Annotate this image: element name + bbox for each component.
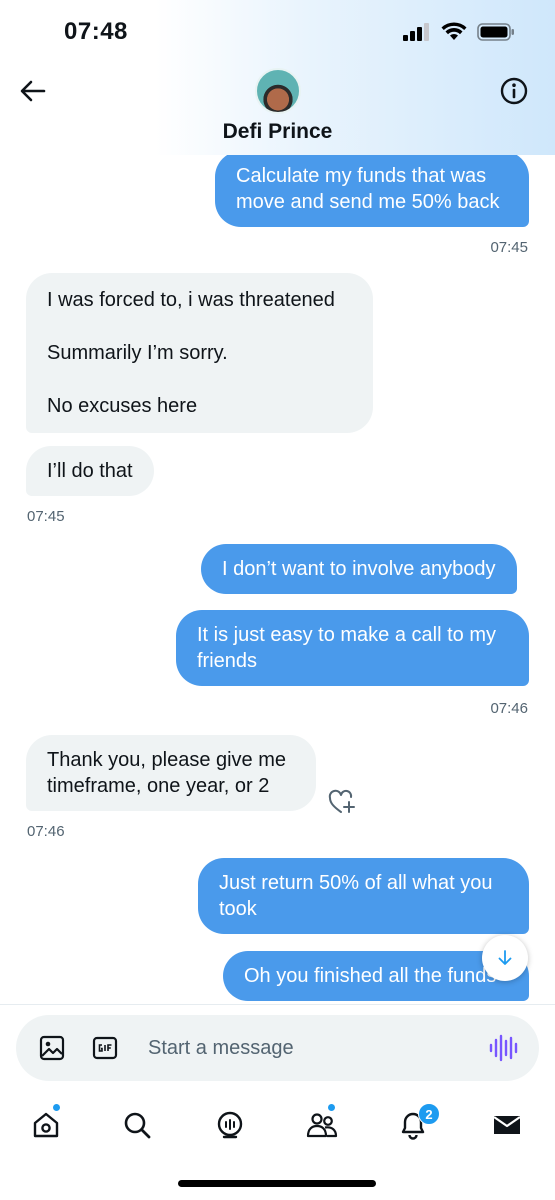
scroll-to-bottom-button[interactable]	[482, 935, 528, 981]
arrow-left-icon	[20, 80, 46, 102]
status-bar: 07:48	[0, 0, 555, 64]
message-bubble[interactable]: I don’t want to involve anybody	[201, 544, 517, 594]
message-text: Just return 50% of all what you took	[219, 872, 493, 920]
message-bubble[interactable]: I’ll do that	[26, 446, 154, 496]
message-bubble[interactable]: I was forced to, i was threatened Summar…	[26, 273, 373, 433]
communities-icon	[306, 1113, 338, 1138]
status-time: 07:48	[64, 18, 128, 45]
info-icon	[500, 77, 528, 105]
tab-home[interactable]	[26, 1105, 66, 1145]
add-gif-button[interactable]	[92, 1036, 118, 1060]
tab-messages[interactable]	[487, 1105, 527, 1145]
gif-icon	[92, 1036, 118, 1060]
add-reaction-button[interactable]	[328, 789, 356, 815]
message-text: No excuses here	[47, 395, 198, 417]
bottom-tab-bar	[0, 1095, 555, 1155]
add-photo-button[interactable]	[38, 1034, 66, 1062]
notifications-count-badge: 2	[418, 1103, 440, 1125]
message-timestamp: 07:45	[490, 239, 528, 256]
communities-notification-dot	[327, 1103, 336, 1112]
message-input[interactable]	[148, 1032, 468, 1064]
image-icon	[39, 1035, 65, 1061]
conversation-header: Defi Prince	[0, 64, 555, 154]
status-icons	[403, 22, 515, 41]
envelope-icon	[493, 1116, 521, 1134]
grok-icon	[217, 1111, 243, 1139]
message-text: It is just easy to make a call to my fri…	[197, 624, 496, 672]
signal-icon	[403, 22, 429, 41]
composer-divider	[0, 1004, 555, 1005]
home-icon	[33, 1112, 59, 1138]
voice-message-button[interactable]	[488, 1034, 518, 1062]
message-bubble[interactable]: Calculate my funds that was move and sen…	[215, 155, 529, 227]
avatar[interactable]	[255, 68, 301, 114]
message-bubble[interactable]: It is just easy to make a call to my fri…	[176, 610, 529, 686]
message-text: Summarily I’m sorry.	[47, 342, 228, 364]
message-text: Thank you, please give me timeframe, one…	[47, 749, 287, 797]
message-list[interactable]: Calculate my funds that was move and sen…	[0, 155, 555, 1005]
home-indicator	[178, 1180, 376, 1187]
message-text: Calculate my funds that was move and sen…	[236, 165, 500, 213]
tab-search[interactable]	[117, 1105, 157, 1145]
battery-icon	[477, 22, 514, 41]
back-button[interactable]	[18, 76, 48, 106]
conversation-info-button[interactable]	[499, 76, 529, 106]
message-bubble[interactable]: Thank you, please give me timeframe, one…	[26, 735, 316, 811]
home-notification-dot	[52, 1103, 61, 1112]
message-text: I was forced to, i was threatened	[47, 289, 335, 311]
tab-grok[interactable]	[210, 1105, 250, 1145]
arrow-down-icon	[498, 950, 512, 965]
message-text: Oh you finished all the funds	[244, 965, 497, 987]
message-timestamp: 07:46	[490, 700, 528, 717]
contact-name[interactable]: Defi Prince	[0, 120, 555, 144]
message-timestamp: 07:45	[27, 508, 65, 525]
wifi-icon	[441, 22, 467, 40]
heart-plus-icon	[328, 789, 355, 813]
message-bubble[interactable]: Just return 50% of all what you took	[198, 858, 529, 934]
message-composer	[16, 1015, 539, 1081]
message-text: I’ll do that	[47, 460, 133, 482]
search-icon	[124, 1112, 151, 1139]
voice-wave-icon	[489, 1034, 518, 1062]
message-timestamp: 07:46	[27, 823, 65, 840]
tab-communities[interactable]	[302, 1105, 342, 1145]
message-text: I don’t want to involve anybody	[222, 558, 496, 580]
